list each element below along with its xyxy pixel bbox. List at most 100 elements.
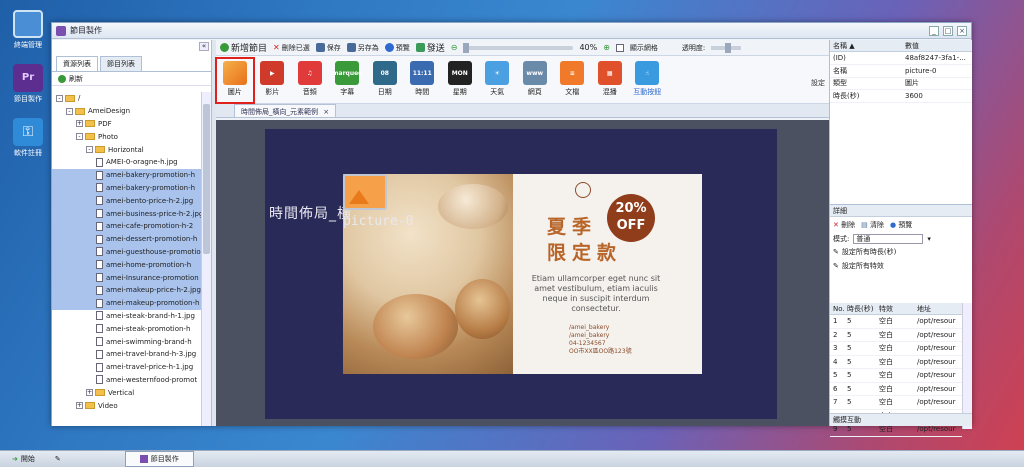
tab-program-list[interactable]: 節目列表 xyxy=(100,56,142,71)
chevron-down-icon[interactable]: ▾ xyxy=(927,235,931,243)
property-row[interactable]: 類型 圖片 xyxy=(830,78,972,91)
tree-folder[interactable]: - / xyxy=(52,92,201,105)
zoom-slider-knob[interactable] xyxy=(463,42,470,53)
playlist-scrollbar[interactable] xyxy=(962,303,972,429)
transparency-slider[interactable] xyxy=(711,42,742,53)
close-icon[interactable]: × xyxy=(323,108,329,116)
col-no[interactable]: No. xyxy=(830,305,845,313)
tree-file[interactable]: amei-makeup-price-h-2.jpg xyxy=(52,283,201,297)
palette-item[interactable]: ▦ 混播 xyxy=(591,58,629,103)
close-button[interactable]: × xyxy=(957,25,967,36)
details-clear-button[interactable]: ▤ 清除 xyxy=(861,220,884,230)
expand-toggle-icon[interactable]: + xyxy=(76,402,83,410)
tree-file[interactable]: amei-guesthouse-promotion xyxy=(52,245,201,259)
touch-interaction-section[interactable]: 觸摸互動 xyxy=(830,413,972,426)
property-row[interactable]: 名稱 picture-0 xyxy=(830,65,972,78)
tree-file[interactable]: amei-bakery-promotion-h xyxy=(52,181,201,195)
tree-folder[interactable]: + Video xyxy=(52,399,201,412)
mode-select[interactable]: 普通 xyxy=(853,234,924,244)
palette-item[interactable]: ☝ 互動按鈕 xyxy=(629,58,667,103)
zoom-slider[interactable] xyxy=(463,42,574,53)
palette-item[interactable]: www 網頁 xyxy=(516,58,554,103)
details-preview-button[interactable]: ● 預覽 xyxy=(890,220,912,230)
table-row[interactable]: 4 5 空白/opt/resour xyxy=(830,356,962,369)
poster-image[interactable]: 20% OFF 夏季 限定款 Etiam ullamcorper eget nun… xyxy=(343,174,702,374)
tree-folder[interactable]: + Vertical xyxy=(52,386,201,399)
table-row[interactable]: 5 5 空白/opt/resour xyxy=(830,369,962,383)
tree-file[interactable]: amei-travel-price-h-1.jpg xyxy=(52,361,201,374)
tree-file[interactable]: amei-business-price-h-2.jpg xyxy=(52,207,201,220)
picture-element[interactable]: picture-0 xyxy=(343,174,413,229)
palette-item[interactable]: marquee 字幕 xyxy=(329,58,367,103)
collapse-panel-button[interactable]: « xyxy=(199,42,209,51)
tree-file[interactable]: amei-travel-brand-h-3.jpg xyxy=(52,348,201,361)
expand-toggle-icon[interactable]: + xyxy=(76,120,83,128)
palette-item[interactable]: ≡ 文檔 xyxy=(554,58,592,103)
scroll-thumb[interactable] xyxy=(203,104,210,254)
palette-item[interactable]: ☀ 天氣 xyxy=(479,58,517,103)
desktop-icon-terminal[interactable]: 終端管理 xyxy=(8,10,48,50)
tree-file[interactable]: amei-cafe-promotion-h-2 xyxy=(52,219,201,233)
maximize-button[interactable]: □ xyxy=(943,25,953,36)
tree-folder[interactable]: - Photo xyxy=(52,130,201,143)
col-duration[interactable]: 時長(秒) xyxy=(844,304,876,314)
tree-file[interactable]: AMEI-0-oragne-h.jpg xyxy=(52,156,201,169)
desktop-icon-register[interactable]: ⚿ 軟件註冊 xyxy=(8,118,48,158)
prop-header-value[interactable]: 數值 xyxy=(902,41,972,51)
tree-file[interactable]: amei-dessert-promotion-h xyxy=(52,232,201,246)
canvas-area[interactable]: 時間佈局_橫 20% OFF 夏季 限定款 Etiam ullamcorper e… xyxy=(216,120,829,426)
set-all-duration-button[interactable]: ✎ 設定所有時長(秒) xyxy=(830,245,972,259)
property-value[interactable]: picture-0 xyxy=(902,67,972,75)
details-delete-button[interactable]: ✕ 刪除 xyxy=(833,220,855,230)
palette-item[interactable]: 08 日期 xyxy=(366,58,404,103)
property-value[interactable]: 3600 xyxy=(902,92,972,100)
tree-file[interactable]: amei-bakery-promotion-h xyxy=(52,168,201,182)
zoom-out-icon[interactable]: ⊖ xyxy=(451,43,458,52)
transparency-slider-knob[interactable] xyxy=(725,42,732,53)
property-value[interactable]: 48af8247-3fa1-... xyxy=(902,54,972,62)
tree-folder[interactable]: - AmeiDesign xyxy=(52,105,201,118)
expand-toggle-icon[interactable]: + xyxy=(86,389,93,397)
property-row[interactable]: (ID) 48af8247-3fa1-... xyxy=(830,52,972,65)
prop-header-name[interactable]: 名稱 ▲ xyxy=(830,41,902,51)
tree-file[interactable]: amei-makeup-promotion-h xyxy=(52,296,201,310)
tree-folder[interactable]: + PDF xyxy=(52,118,201,131)
taskbar-program-editor[interactable]: 節目製作 xyxy=(124,451,194,467)
show-grid-checkbox[interactable] xyxy=(615,43,624,52)
expand-toggle-icon[interactable]: - xyxy=(66,107,73,115)
tree-scrollbar[interactable] xyxy=(201,92,211,426)
palette-item[interactable]: 圖片 xyxy=(215,57,255,104)
set-all-effect-button[interactable]: ✎ 設定所有特效 xyxy=(830,259,972,273)
expand-toggle-icon[interactable]: - xyxy=(56,94,63,102)
expand-toggle-icon[interactable]: - xyxy=(76,133,83,141)
layout-stage[interactable]: 時間佈局_橫 20% OFF 夏季 限定款 Etiam ullamcorper e… xyxy=(265,129,777,419)
palette-item[interactable]: 11:11 時間 xyxy=(404,58,442,103)
preview-button[interactable]: 預覽 xyxy=(384,43,410,53)
refresh-button[interactable]: 刷新 xyxy=(52,72,211,86)
tab-layout-document[interactable]: 時間佈局_橫向_元素範例 × xyxy=(234,104,337,117)
minimize-button[interactable]: _ xyxy=(929,25,939,36)
new-program-button[interactable]: 新增節目 xyxy=(220,41,267,54)
save-as-button[interactable]: 另存為 xyxy=(346,43,379,53)
palette-item[interactable]: ▶ 影片 xyxy=(254,58,292,103)
tree-file[interactable]: amei-steak-brand-h-1.jpg xyxy=(52,310,201,323)
tree-file[interactable]: amei-Insurance-promotion xyxy=(52,271,201,284)
table-row[interactable]: 7 5 空白/opt/resour xyxy=(830,396,962,410)
col-effect[interactable]: 特效 xyxy=(876,304,914,314)
window-titlebar[interactable]: 節目製作 _ □ × xyxy=(52,23,971,39)
table-row[interactable]: 1 5 空白/opt/resour xyxy=(830,315,962,329)
tree-file[interactable]: amei-home-promotion-h xyxy=(52,258,201,272)
property-value[interactable]: 圖片 xyxy=(902,78,972,88)
property-row[interactable]: 時長(秒) 3600 xyxy=(830,90,972,104)
tab-resource-list[interactable]: 資源列表 xyxy=(56,56,98,71)
table-row[interactable]: 6 5 空白/opt/resour xyxy=(830,383,962,396)
start-button[interactable]: ➜ 開始 xyxy=(12,454,35,464)
tree-folder[interactable]: - Horizontal xyxy=(52,143,201,156)
tree-file[interactable]: amei-steak-promotion-h xyxy=(52,322,201,335)
edit-icon[interactable]: ✎ xyxy=(55,455,61,463)
tree-file[interactable]: amei-swimming-brand-h xyxy=(52,335,201,348)
palette-item[interactable]: ♫ 音頻 xyxy=(291,58,329,103)
desktop-icon-program[interactable]: Pr 節目製作 xyxy=(8,64,48,104)
table-row[interactable]: 2 5 空白/opt/resour xyxy=(830,329,962,342)
tree-file[interactable]: amei-bento-price-h-2.jpg xyxy=(52,194,201,208)
